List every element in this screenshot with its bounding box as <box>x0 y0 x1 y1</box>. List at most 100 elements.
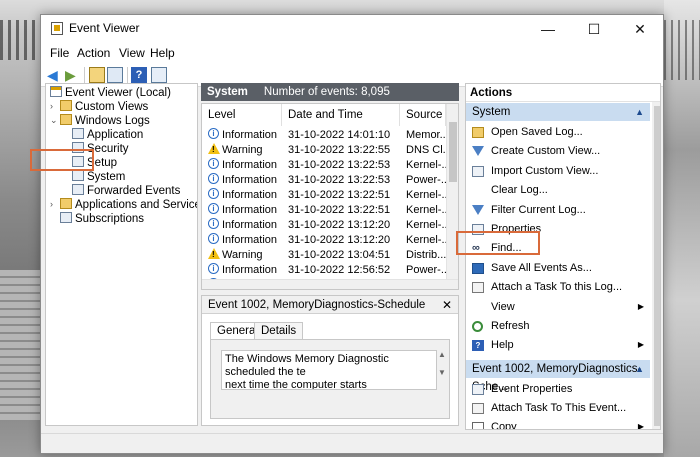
event-detail-pane: Event 1002, MemoryDiagnostics-Schedule ✕ … <box>201 295 459 426</box>
expand-arrow-icon[interactable]: › <box>50 101 53 111</box>
date-cell: 31-10-2022 14:01:10 <box>288 129 391 141</box>
forward-arrow-icon[interactable]: ▶ <box>65 67 81 83</box>
action-label: Help <box>491 339 514 352</box>
date-cell: 31-10-2022 13:04:51 <box>288 249 391 261</box>
action-item[interactable]: Attach a Task To this Log... <box>466 278 650 296</box>
tree-custom-views[interactable]: Custom Views <box>60 100 148 114</box>
events-horizontal-scrollbar[interactable] <box>202 279 458 289</box>
information-icon: i <box>208 158 219 169</box>
tree-applications-services[interactable]: Applications and Services Lo <box>60 198 197 212</box>
actions-section-system[interactable]: System ▲ <box>466 103 650 121</box>
action-item[interactable]: View ▶ <box>466 298 650 316</box>
action-label: Attach a Task To this Log... <box>491 281 623 294</box>
tree-event-viewer-local[interactable]: Event Viewer (Local) <box>50 86 171 100</box>
action-label: Refresh <box>491 320 530 332</box>
tree-windows-logs[interactable]: Windows Logs <box>60 114 150 128</box>
tree-label: Subscriptions <box>75 213 145 225</box>
action-item[interactable]: Clear Log... <box>466 181 650 199</box>
maximize-button[interactable]: ☐ <box>571 15 617 43</box>
column-header-level[interactable]: Level <box>202 104 282 126</box>
source-cell: Kernel-... <box>406 159 451 171</box>
action-pane-icon[interactable] <box>151 67 167 83</box>
table-row[interactable]: i Information 31-10-2022 12:56:52 Power-... <box>202 263 450 278</box>
information-icon: i <box>208 233 219 244</box>
folder-icon <box>60 100 72 111</box>
table-row[interactable]: Warning 31-10-2022 13:22:55 DNS Cl... <box>202 143 452 158</box>
action-item[interactable]: Import Custom View... <box>466 162 650 180</box>
up-folder-icon[interactable] <box>89 67 105 83</box>
date-cell: 31-10-2022 13:22:51 <box>288 204 391 216</box>
date-cell: 31-10-2022 13:22:53 <box>288 174 391 186</box>
menu-action[interactable]: Action <box>77 46 110 60</box>
action-item[interactable]: Event Properties <box>466 380 650 398</box>
help-icon: ? <box>472 340 484 352</box>
menu-view[interactable]: View <box>119 46 145 60</box>
table-row[interactable]: i Information 31-10-2022 13:12:20 Kernel-..… <box>202 218 451 233</box>
table-row[interactable]: i Information 31-10-2022 14:01:10 Memor... <box>202 128 449 143</box>
window-title: Event Viewer <box>69 21 140 35</box>
close-button[interactable]: ✕ <box>617 15 663 43</box>
action-item[interactable]: Open Saved Log... <box>466 123 650 141</box>
title-bar[interactable]: Event Viewer — ☐ ✕ <box>41 15 663 43</box>
save-icon <box>472 262 484 274</box>
collapse-caret-icon[interactable]: ▲ <box>635 103 644 121</box>
log-header: System Number of events: 8,095 <box>201 83 459 101</box>
collapse-arrow-icon[interactable]: ⌄ <box>50 115 58 126</box>
menu-help[interactable]: Help <box>150 46 175 60</box>
action-label: View <box>491 300 515 313</box>
copy-icon <box>472 422 484 429</box>
action-item[interactable]: Refresh <box>466 317 650 335</box>
create-custom-view-icon <box>472 146 484 157</box>
table-row[interactable]: i Information 31-10-2022 13:22:53 Power-... <box>202 173 450 188</box>
tree-forwarded-events[interactable]: Forwarded Events <box>72 184 180 198</box>
description-scrollbar[interactable]: ▲ ▼ <box>437 350 447 390</box>
table-row[interactable]: i Information 31-10-2022 13:12:20 Kernel-..… <box>202 233 451 248</box>
menu-file[interactable]: File <box>50 46 69 60</box>
information-icon: i <box>208 218 219 229</box>
action-item[interactable]: Save All Events As... <box>466 259 650 277</box>
action-item[interactable]: Attach Task To This Event... <box>466 399 650 417</box>
log-icon <box>72 128 84 139</box>
tree-system[interactable]: System <box>72 170 125 184</box>
column-header-source[interactable]: Source <box>400 104 446 126</box>
tree-label: Windows Logs <box>75 115 150 127</box>
actions-scrollbar[interactable] <box>652 102 660 429</box>
table-row[interactable]: i Information 31-10-2022 13:22:53 Kernel-..… <box>202 158 451 173</box>
collapse-caret-icon[interactable]: ▲ <box>635 360 644 378</box>
action-item[interactable]: ? Help ▶ <box>466 336 650 354</box>
scroll-thumb[interactable] <box>654 106 660 426</box>
show-hide-tree-icon[interactable] <box>107 67 123 83</box>
level-cell: Warning <box>222 144 263 156</box>
column-header-date[interactable]: Date and Time <box>282 104 400 126</box>
level-cell: Information <box>222 204 278 216</box>
action-label: Create Custom View... <box>491 145 601 158</box>
event-detail-title: Event 1002, MemoryDiagnostics-Schedule <box>208 299 426 311</box>
action-item[interactable]: Copy ▶ <box>466 418 650 429</box>
date-cell: 31-10-2022 13:22:55 <box>288 144 391 156</box>
tree-label: Event Viewer (Local) <box>65 87 171 99</box>
tree-application[interactable]: Application <box>72 128 143 142</box>
table-row[interactable]: i Information 31-10-2022 13:22:51 Kernel-..… <box>202 188 451 203</box>
help-icon[interactable]: ? <box>131 67 147 83</box>
scroll-thumb[interactable] <box>449 122 457 182</box>
expand-arrow-icon[interactable]: › <box>50 199 53 209</box>
highlight-find-box <box>456 231 540 255</box>
close-icon[interactable]: ✕ <box>442 296 452 314</box>
events-vertical-scrollbar[interactable] <box>446 104 458 289</box>
action-item[interactable]: Filter Current Log... <box>466 201 650 219</box>
tab-details[interactable]: Details <box>254 322 304 340</box>
table-row[interactable]: Warning 31-10-2022 13:04:51 Distrib... <box>202 248 446 263</box>
highlight-system-box <box>30 149 94 171</box>
minimize-button[interactable]: — <box>525 15 571 43</box>
action-item[interactable]: Create Custom View... <box>466 142 650 160</box>
event-viewer-icon <box>50 86 62 97</box>
background-rails <box>0 20 40 60</box>
source-cell: Memor... <box>406 129 449 141</box>
actions-section-event[interactable]: Event 1002, MemoryDiagnostics-Sche... ▲ <box>466 360 650 393</box>
table-row[interactable]: i Information 31-10-2022 13:22:51 Kernel-..… <box>202 203 451 218</box>
back-arrow-icon[interactable]: ◀ <box>47 67 63 83</box>
tree-subscriptions[interactable]: Subscriptions <box>60 212 144 226</box>
status-bar <box>41 433 663 453</box>
information-icon: i <box>208 263 219 274</box>
event-description: The Windows Memory Diagnostic scheduled … <box>221 350 437 390</box>
